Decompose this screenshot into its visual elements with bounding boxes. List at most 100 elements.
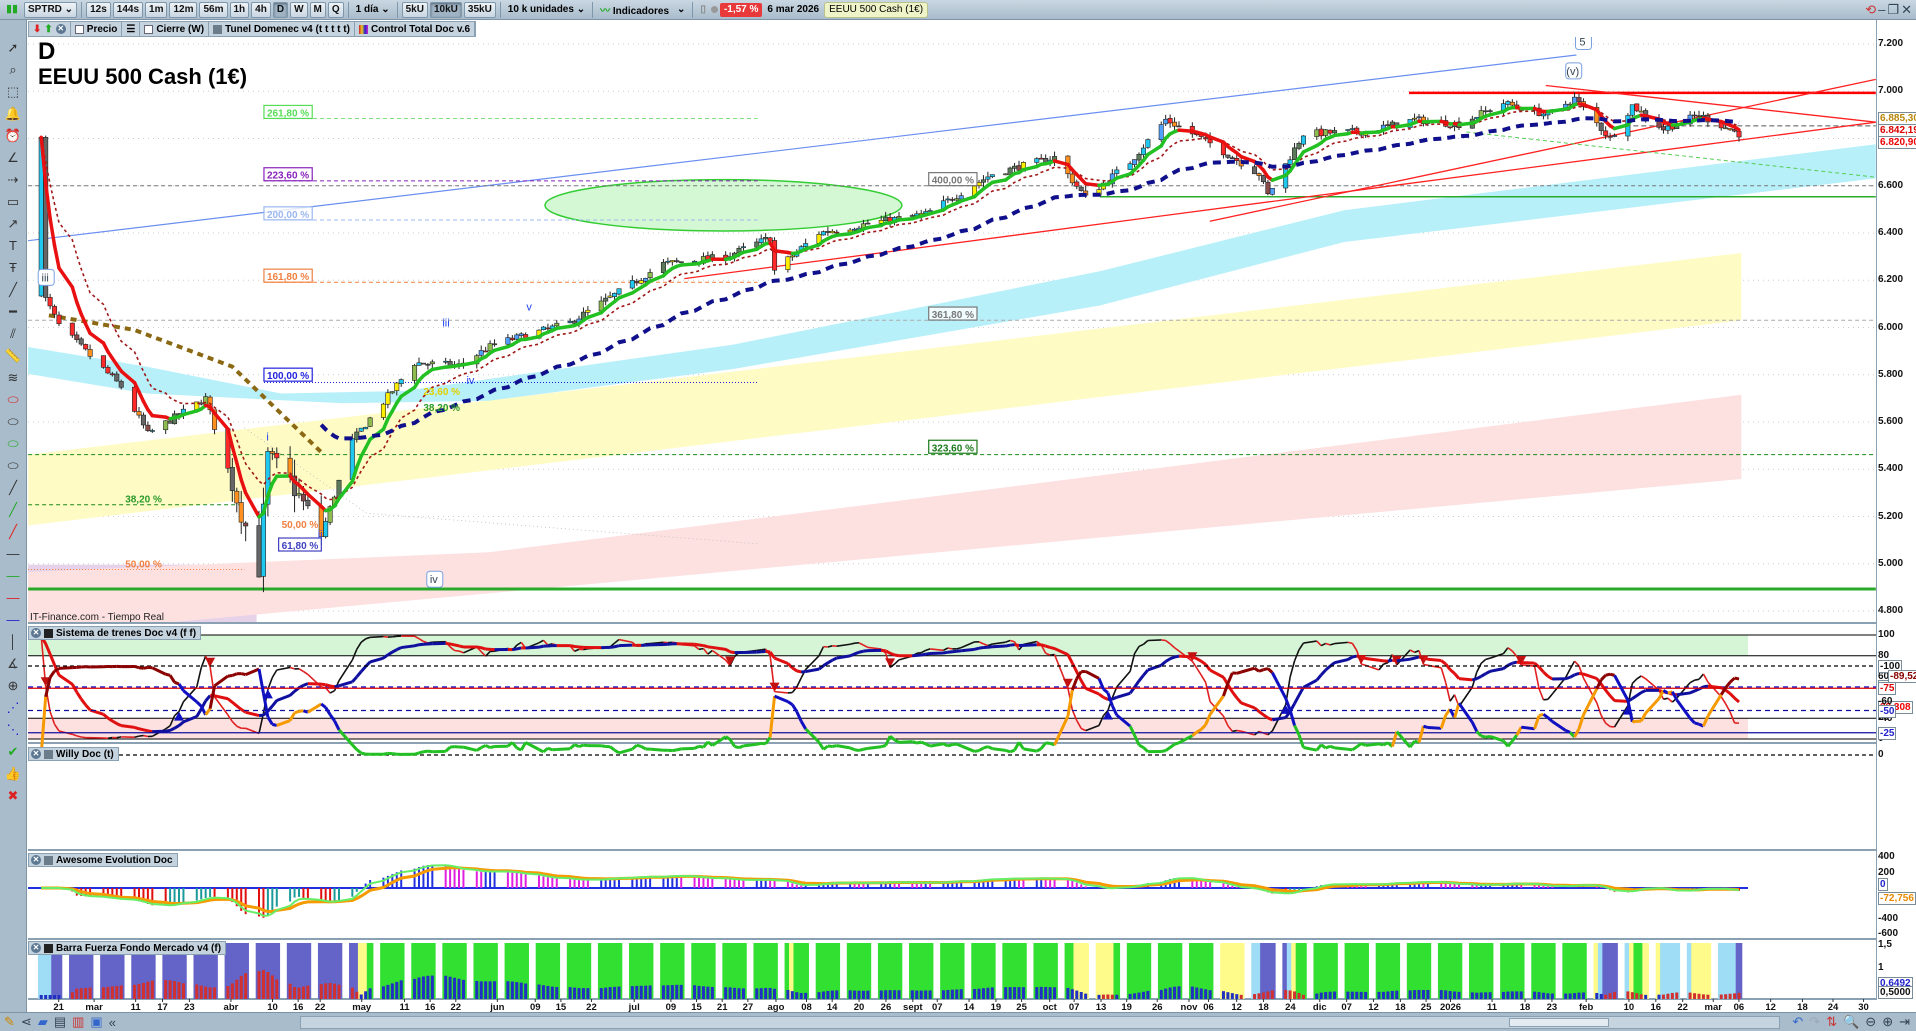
info-icon[interactable]: ▯ [697, 4, 709, 15]
chat-icon[interactable]: ▰ [38, 1014, 48, 1030]
collapse-icon[interactable]: « [109, 1015, 116, 1030]
remove-icon[interactable]: ⬇ [33, 24, 41, 35]
arrow-icon[interactable]: ↗ [3, 214, 23, 233]
close-panel-icon[interactable]: ✕ [31, 628, 41, 638]
ellipse-brown-icon[interactable]: ⬭ [3, 412, 23, 431]
unit-35kU[interactable]: 35kU [463, 1, 496, 18]
undo-icon[interactable]: ↶ [1792, 1014, 1803, 1030]
timeframe-4h[interactable]: 4h [251, 1, 271, 18]
horizontal-scrollbar[interactable] [300, 1016, 1780, 1029]
legend-close[interactable]: Cierre (W) [140, 22, 210, 36]
rectangle-icon[interactable]: ▭ [3, 192, 23, 211]
legend-price[interactable]: Precio [71, 22, 123, 36]
band-icon[interactable]: ≋ [3, 368, 23, 387]
timeframe-W[interactable]: W [290, 1, 308, 18]
share-icon[interactable]: ⋖ [21, 1014, 32, 1030]
add-icon[interactable]: ⬆ [44, 24, 52, 35]
hline-green-icon[interactable]: — [3, 566, 23, 585]
zoom-fit-icon[interactable]: 🔍 [1843, 1014, 1859, 1030]
list-icon[interactable]: ☰ [122, 22, 141, 36]
hline-icon[interactable]: ━ [3, 302, 23, 321]
candle [1136, 153, 1142, 161]
ruler-icon[interactable]: 📏 [3, 346, 23, 365]
trendline-black-icon[interactable]: ╱ [3, 478, 23, 497]
alert-icon[interactable]: 🔔 [3, 104, 23, 123]
indicators-dropdown[interactable]: ⌄ [674, 4, 688, 15]
close-all-icon[interactable]: ✕ [55, 24, 66, 34]
delete-icon[interactable]: ✖ [3, 786, 23, 805]
close-checkbox[interactable] [144, 24, 154, 34]
autoscale-icon[interactable]: ⇅ [1826, 1014, 1837, 1030]
text-box-icon[interactable]: Ŧ [3, 258, 23, 277]
zoom-icon[interactable]: ⌕ [3, 60, 23, 79]
vline-icon[interactable]: │ [3, 632, 23, 651]
timeframe-12m[interactable]: 12m [169, 1, 198, 18]
legend-tunnel[interactable]: Tunel Domenec v4 (t t t t t) [209, 22, 355, 36]
line-icon[interactable]: ╱ [3, 280, 23, 299]
thumbs-up-icon[interactable]: 👍 [3, 764, 23, 783]
ellipse-lime-icon[interactable]: ⬭ [3, 456, 23, 475]
hline-black-icon[interactable]: — [3, 544, 23, 563]
minimize-icon[interactable]: – [1878, 2, 1885, 17]
candle [367, 417, 373, 427]
pointer-icon[interactable]: ➚ [3, 38, 23, 57]
trendline-red-icon[interactable]: ╱ [3, 522, 23, 541]
close-panel-icon[interactable]: ✕ [31, 943, 41, 953]
timeframe-56m[interactable]: 56m [199, 1, 228, 18]
price-checkbox[interactable] [74, 24, 84, 34]
timeframe-D[interactable]: D [272, 1, 289, 18]
hline-red-icon[interactable]: — [3, 588, 23, 607]
close-icon[interactable]: ✕ [1901, 2, 1912, 18]
trendline-green-icon[interactable]: ╱ [3, 500, 23, 519]
timeframe-12s[interactable]: 12s [86, 1, 111, 18]
restore-icon[interactable]: ❐ [1887, 2, 1899, 18]
sync-icon[interactable]: ⟲ [1865, 2, 1876, 18]
barra-bar [226, 986, 230, 999]
compare-icon[interactable]: ▥ [72, 1014, 84, 1030]
indicators-button[interactable]: 〰 Indicadores [597, 2, 672, 17]
report-icon[interactable]: ▤ [54, 1014, 66, 1030]
candle [443, 360, 449, 363]
ellipse-red-icon[interactable]: ⬭ [3, 390, 23, 409]
channel-icon[interactable]: ⫽ [3, 324, 23, 343]
abc-icon[interactable]: ⋱ [3, 720, 23, 739]
alarm-icon[interactable]: ⏰ [3, 126, 23, 145]
zoom-out-icon[interactable]: ⊖ [1865, 1014, 1876, 1030]
ellipse-green-icon[interactable]: ⬭ [3, 434, 23, 453]
timeframe-1m[interactable]: 1m [145, 1, 168, 18]
timeframe-M[interactable]: M [309, 1, 326, 18]
timeframe-144s[interactable]: 144s [112, 1, 144, 18]
chart-type-icon[interactable]: ▮▮ [2, 0, 22, 19]
barra-bar [928, 990, 932, 999]
legend-control[interactable]: Control Total Doc v.6 [355, 22, 476, 36]
pencil-icon[interactable]: ✎ [4, 1014, 15, 1030]
zoom-in-icon[interactable]: ⊕ [1882, 1014, 1893, 1030]
zoom-area-icon[interactable]: ⬚ [3, 82, 23, 101]
sistema-slow-segment [355, 670, 363, 678]
symbol-select[interactable]: SPTRD ⌄ [24, 1, 78, 18]
check-icon[interactable]: ✔ [3, 742, 23, 761]
window-icon[interactable]: ▣ [90, 1014, 102, 1030]
unit-10kU[interactable]: 10kU [429, 1, 462, 18]
angle-measure-icon[interactable]: ∡ [3, 654, 23, 673]
redo-icon[interactable]: ↷ [1809, 1014, 1820, 1030]
willy-line-segment [294, 709, 300, 715]
text-icon[interactable]: T [3, 236, 23, 255]
period-select[interactable]: 1 día ⌄ [353, 4, 393, 15]
barra-bg-segment [1455, 943, 1463, 999]
close-panel-icon[interactable]: ✕ [31, 855, 41, 865]
barra-bar [1284, 989, 1288, 999]
hline-blue-icon[interactable]: — [3, 610, 23, 629]
units-select[interactable]: 10 k unidades ⌄ [505, 4, 588, 15]
timeframe-1h[interactable]: 1h [229, 1, 250, 18]
scroll-end-icon[interactable]: ⇥ [1899, 1014, 1910, 1030]
close-panel-icon[interactable]: ✕ [31, 749, 41, 759]
unit-5kU[interactable]: 5kU [401, 1, 428, 18]
chart-canvas[interactable]: 261,80 %223,60 %200,00 %161,80 %100,00 %… [0, 0, 1916, 1031]
timeframe-Q[interactable]: Q [327, 1, 344, 18]
angle-icon[interactable]: ∠ [3, 148, 23, 167]
elliott-icon[interactable]: ⋰ [3, 698, 23, 717]
fibo-icon[interactable]: ⇢ [3, 170, 23, 189]
scrollbar-thumb[interactable] [1509, 1018, 1609, 1027]
circle-icon[interactable]: ⊕ [3, 676, 23, 695]
